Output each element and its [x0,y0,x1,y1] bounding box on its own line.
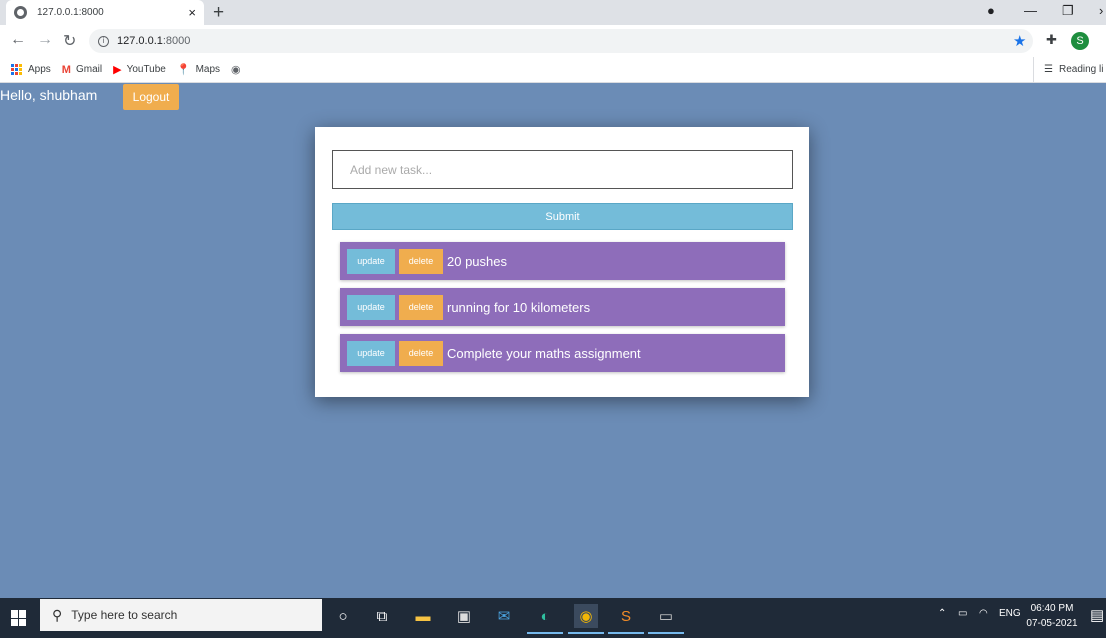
profile-avatar[interactable]: S [1071,32,1089,50]
maps-icon: 📍 [176,64,191,76]
url-text: 127.0.0.1:8000 [117,35,190,47]
task-list: update delete 20 pushes update delete ru… [340,242,785,380]
info-icon[interactable]: i [98,35,109,47]
address-bar[interactable]: i 127.0.0.1:8000 [89,29,1033,53]
update-button[interactable]: update [347,340,395,366]
bookmarks-bar: Apps M Gmail ▶ YouTube 📍 Maps ◉ ☰ Readin… [0,57,1106,83]
forward-icon[interactable]: → [37,31,53,49]
bookmark-star-icon[interactable]: ★ [1013,32,1026,50]
search-placeholder: Type here to search [71,608,178,622]
bookmark-apps[interactable]: Apps [11,64,51,75]
task-text: running for 10 kilometers [447,299,591,315]
bookmark-label: Maps [195,64,221,75]
notifications-icon[interactable]: ▤ [1090,606,1104,624]
reading-list-icon: ☰ [1044,64,1053,75]
task-text: 20 pushes [447,253,507,269]
task-view-icon[interactable]: ⧉ [370,604,394,628]
task-item: update delete running for 10 kilometers [340,288,785,326]
chrome-icon[interactable]: ◉ [568,604,604,634]
close-tab-icon[interactable]: × [188,5,196,20]
extensions-puzzle-icon[interactable]: ✚ [1046,32,1057,48]
battery-icon[interactable]: ▭ [958,608,967,619]
delete-button[interactable]: delete [399,340,443,366]
mail-icon[interactable]: ✉ [492,604,516,628]
globe-icon [14,6,27,19]
update-button[interactable]: update [347,294,395,320]
minimize-icon[interactable]: — [1024,3,1037,18]
logout-button[interactable]: Logout [123,84,179,110]
windows-start-icon[interactable] [11,610,27,626]
delete-button[interactable]: delete [399,248,443,274]
search-icon: ⚲ [52,606,63,623]
reload-icon[interactable]: ↻ [63,31,76,51]
new-tab-button[interactable]: + [213,2,224,24]
clock-time: 06:40 PM [1030,603,1074,614]
browser-tab-bar: 127.0.0.1:8000 × + ● — ❐ › [0,0,1106,25]
cortana-icon[interactable]: ○ [331,604,355,628]
task-item: update delete 20 pushes [340,242,785,280]
bookmark-label: Gmail [75,64,103,75]
show-hidden-icons[interactable]: ⌃ [938,608,946,619]
reading-list-label: Reading li [1058,64,1104,75]
url-port: :8000 [162,35,191,47]
close-window-icon[interactable]: › [1099,3,1103,18]
delete-button[interactable]: delete [399,294,443,320]
update-button[interactable]: update [347,248,395,274]
apps-grid-icon [11,64,22,75]
bookmark-maps[interactable]: 📍 Maps [177,63,220,76]
taskbar-clock[interactable]: 06:40 PM 07-05-2021 [1024,601,1080,631]
terminal-icon[interactable]: ▭ [648,604,684,634]
restore-icon[interactable]: ❐ [1062,3,1074,19]
taskbar-search[interactable]: ⚲ Type here to search [40,599,322,631]
youtube-icon: ▶ [113,64,122,76]
gmail-icon: M [61,63,71,76]
file-explorer-icon[interactable]: ▬ [411,604,435,628]
bookmark-label: Apps [28,64,51,75]
greeting-text: Hello, shubham [0,87,98,103]
globe-icon: ◉ [231,64,241,76]
sublime-icon[interactable]: S [608,604,644,634]
new-task-input[interactable] [332,150,793,189]
submit-button[interactable]: Submit [332,203,793,230]
browser-toolbar: ← → ↻ i 127.0.0.1:8000 ★ ✚ S [0,25,1106,57]
windows-taskbar: ⚲ Type here to search ○ ⧉ ▬ ▣ ✉ ◐ ◉ S ▭ … [0,598,1106,638]
bookmark-youtube[interactable]: ▶ YouTube [113,63,166,76]
todo-card: Submit update delete 20 pushes update de… [315,127,809,397]
browser-tab[interactable]: 127.0.0.1:8000 × [6,0,204,25]
url-host: 127.0.0.1 [117,35,163,47]
profile-menu-icon[interactable]: ● [987,3,995,18]
task-item: update delete Complete your maths assign… [340,334,785,372]
bookmark-gmail[interactable]: M Gmail [62,64,102,76]
reading-list[interactable]: ☰ Reading li [1033,57,1106,82]
wifi-icon[interactable]: ◠ [979,608,988,619]
edge-icon[interactable]: ◐ [527,604,563,634]
bookmark-globe[interactable]: ◉ [231,63,246,76]
task-text: Complete your maths assignment [447,345,641,361]
clock-date: 07-05-2021 [1026,618,1078,629]
language-indicator[interactable]: ENG [999,608,1021,619]
store-icon[interactable]: ▣ [452,604,476,628]
tab-title: 127.0.0.1:8000 [37,7,104,18]
back-icon[interactable]: ← [10,31,26,49]
bookmark-label: YouTube [126,64,166,75]
